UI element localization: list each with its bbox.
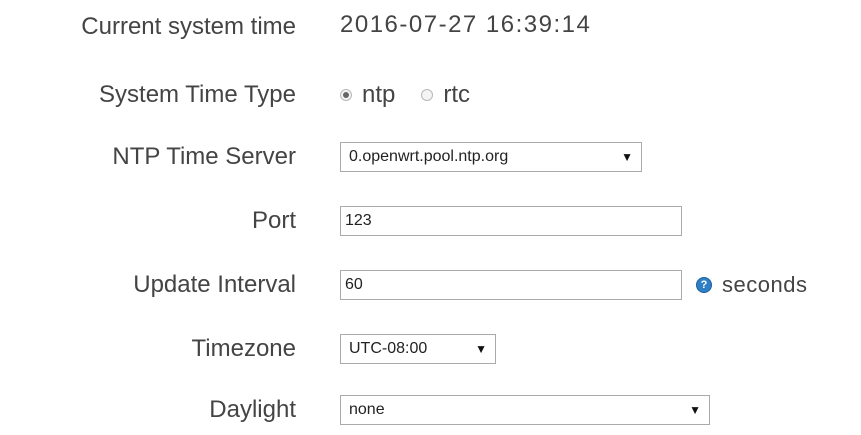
current-time-value-wrap: 2016-07-27 16:39:14 [340, 11, 591, 39]
daylight-value-wrap: none ▼ [340, 395, 710, 425]
time-type-row: System Time Type ntp rtc [0, 70, 861, 120]
ntp-server-row: NTP Time Server 0.openwrt.pool.ntp.org ▼ [0, 132, 861, 182]
radio-rtc[interactable]: rtc [421, 81, 470, 109]
port-input[interactable] [340, 206, 682, 236]
radio-rtc-label: rtc [443, 81, 471, 108]
chevron-down-icon: ▼ [475, 342, 487, 356]
update-interval-value-wrap: ? seconds [340, 270, 807, 300]
chevron-down-icon: ▼ [621, 150, 633, 164]
current-time-value: 2016-07-27 16:39:14 [340, 11, 592, 38]
time-type-options: ntp rtc [340, 81, 496, 109]
port-value-wrap [340, 206, 682, 236]
radio-ntp-circle[interactable] [340, 89, 352, 101]
question-icon[interactable]: ? [696, 277, 712, 293]
daylight-selected: none [349, 401, 385, 418]
radio-rtc-circle[interactable] [421, 89, 434, 101]
timezone-label: Timezone [191, 335, 296, 362]
timezone-row: Timezone UTC-08:00 ▼ [0, 324, 861, 374]
port-row: Port [0, 196, 861, 246]
time-type-label: System Time Type [99, 81, 296, 108]
daylight-label: Daylight [209, 396, 296, 423]
update-interval-label: Update Interval [133, 271, 296, 298]
ntp-server-value-wrap: 0.openwrt.pool.ntp.org ▼ [340, 142, 642, 172]
update-interval-input[interactable] [340, 270, 682, 300]
radio-ntp-label: ntp [362, 81, 396, 108]
port-label: Port [251, 207, 296, 234]
ntp-server-selected: 0.openwrt.pool.ntp.org [349, 148, 509, 165]
radio-ntp[interactable]: ntp [340, 81, 395, 109]
timezone-select[interactable]: UTC-08:00 ▼ [340, 334, 496, 364]
update-interval-unit: seconds [722, 272, 808, 297]
ntp-server-label: NTP Time Server [112, 143, 296, 170]
daylight-select[interactable]: none ▼ [340, 395, 710, 425]
current-time-row: Current system time 2016-07-27 16:39:14 [0, 2, 861, 52]
daylight-row: Daylight none ▼ [0, 385, 861, 435]
timezone-selected: UTC-08:00 [349, 340, 428, 357]
system-time-form: Current system time 2016-07-27 16:39:14 … [0, 0, 861, 433]
ntp-server-select[interactable]: 0.openwrt.pool.ntp.org ▼ [340, 142, 642, 172]
timezone-value-wrap: UTC-08:00 ▼ [340, 334, 496, 364]
current-time-label: Current system time [81, 13, 296, 40]
chevron-down-icon: ▼ [689, 403, 701, 417]
update-interval-row: Update Interval ? seconds [0, 260, 861, 310]
